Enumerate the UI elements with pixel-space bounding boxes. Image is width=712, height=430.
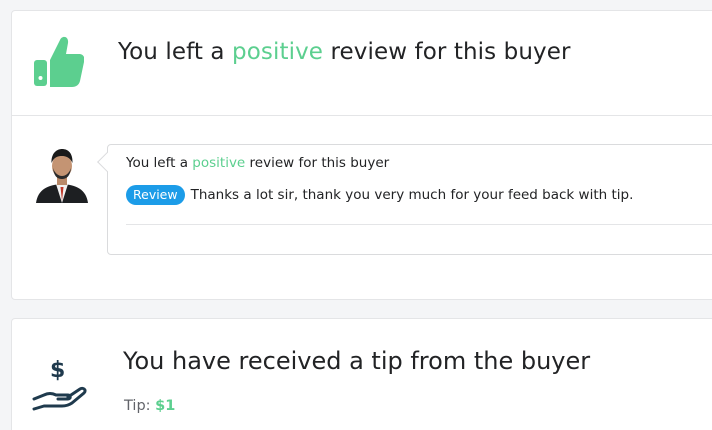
review-row: Review Thanks a lot sir, thank you very …	[126, 185, 633, 205]
thumbs-up-icon	[34, 33, 85, 87]
message-title-highlight: positive	[192, 155, 246, 171]
tip-title: You have received a tip from the buyer	[123, 347, 591, 375]
tip-amount: $1	[155, 398, 176, 414]
message-title-prefix: You left a	[126, 155, 193, 171]
tip-card: $ You have received a tip from the buyer…	[11, 318, 712, 430]
bubble-arrow	[97, 152, 117, 172]
review-title-prefix: You left a	[118, 39, 233, 65]
message-divider	[126, 224, 712, 225]
tip-label: Tip:	[124, 398, 151, 414]
review-title-suffix: review for this buyer	[323, 39, 571, 65]
avatar[interactable]	[34, 141, 90, 203]
message-title: You left a positive review for this buye…	[126, 155, 389, 171]
review-message: You left a positive review for this buye…	[97, 144, 712, 255]
review-title-highlight: positive	[232, 39, 324, 65]
message-title-suffix: review for this buyer	[245, 155, 390, 171]
tip-row: Tip: $1	[124, 398, 175, 414]
review-card: You left a positive review for this buye…	[11, 10, 712, 300]
review-badge: Review	[126, 185, 185, 205]
dollar-hand-icon: $	[32, 355, 92, 411]
divider	[12, 115, 712, 116]
review-text: Thanks a lot sir, thank you very much fo…	[190, 187, 634, 203]
svg-text:$: $	[50, 358, 65, 383]
review-title: You left a positive review for this buye…	[118, 39, 571, 65]
